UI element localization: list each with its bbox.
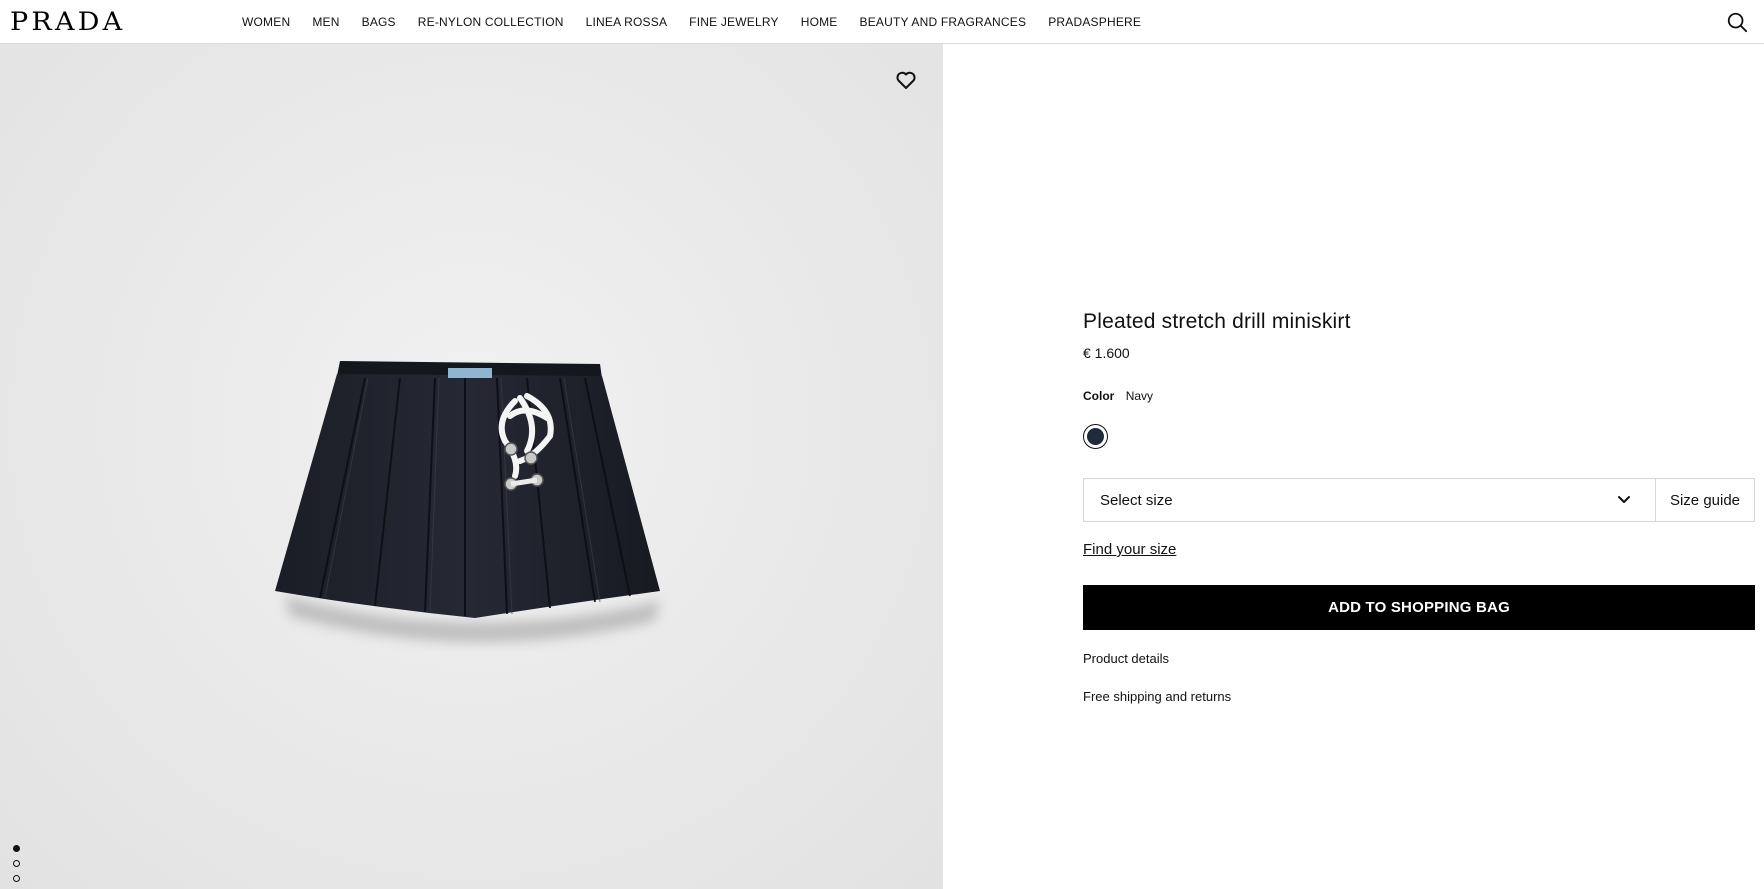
size-select-label: Select size [1100,491,1173,509]
nav-item-home[interactable]: HOME [801,15,838,29]
add-to-shopping-bag-button[interactable]: ADD TO SHOPPING BAG [1083,585,1755,630]
color-swatch-navy[interactable] [1083,424,1108,449]
product-title: Pleated stretch drill miniskirt [1083,310,1351,333]
product-gallery[interactable] [0,44,943,889]
swatch-fill [1087,428,1104,445]
product-details-link[interactable]: Product details [1083,651,1169,666]
gallery-dot[interactable] [13,845,20,852]
nav-item-re-nylon-collection[interactable]: RE-NYLON COLLECTION [418,15,564,29]
color-label: Color [1083,389,1115,403]
product-image [275,361,660,643]
prada-logo[interactable]: PRADA [10,7,125,36]
gallery-pagination [13,845,20,882]
nav-item-fine-jewelry[interactable]: FINE JEWELRY [689,15,779,29]
size-select[interactable]: Select size [1084,479,1656,521]
gallery-dot[interactable] [13,875,20,882]
gallery-dot[interactable] [13,860,20,867]
color-value: Navy [1125,389,1154,403]
nav-item-men[interactable]: MEN [312,15,339,29]
product-price: € 1.600 [1083,345,1130,361]
color-row: Color Navy [1083,389,1153,403]
nav-item-women[interactable]: WOMEN [242,15,290,29]
find-your-size-link[interactable]: Find your size [1083,541,1176,558]
nav-item-bags[interactable]: BAGS [362,15,396,29]
nav-item-linea-rossa[interactable]: LINEA ROSSA [586,15,668,29]
free-shipping-link[interactable]: Free shipping and returns [1083,689,1231,704]
chevron-down-icon [1618,496,1630,503]
nav-item-beauty-and-fragrances[interactable]: BEAUTY AND FRAGRANCES [860,15,1027,29]
heart-icon[interactable] [894,68,918,92]
size-selector-row: Select size Size guide [1083,478,1755,522]
size-guide-button[interactable]: Size guide [1656,479,1754,521]
product-info: Pleated stretch drill miniskirt € 1.600 … [1083,0,1755,889]
main-nav: WOMEN MEN BAGS RE-NYLON COLLECTION LINEA… [242,0,1163,44]
